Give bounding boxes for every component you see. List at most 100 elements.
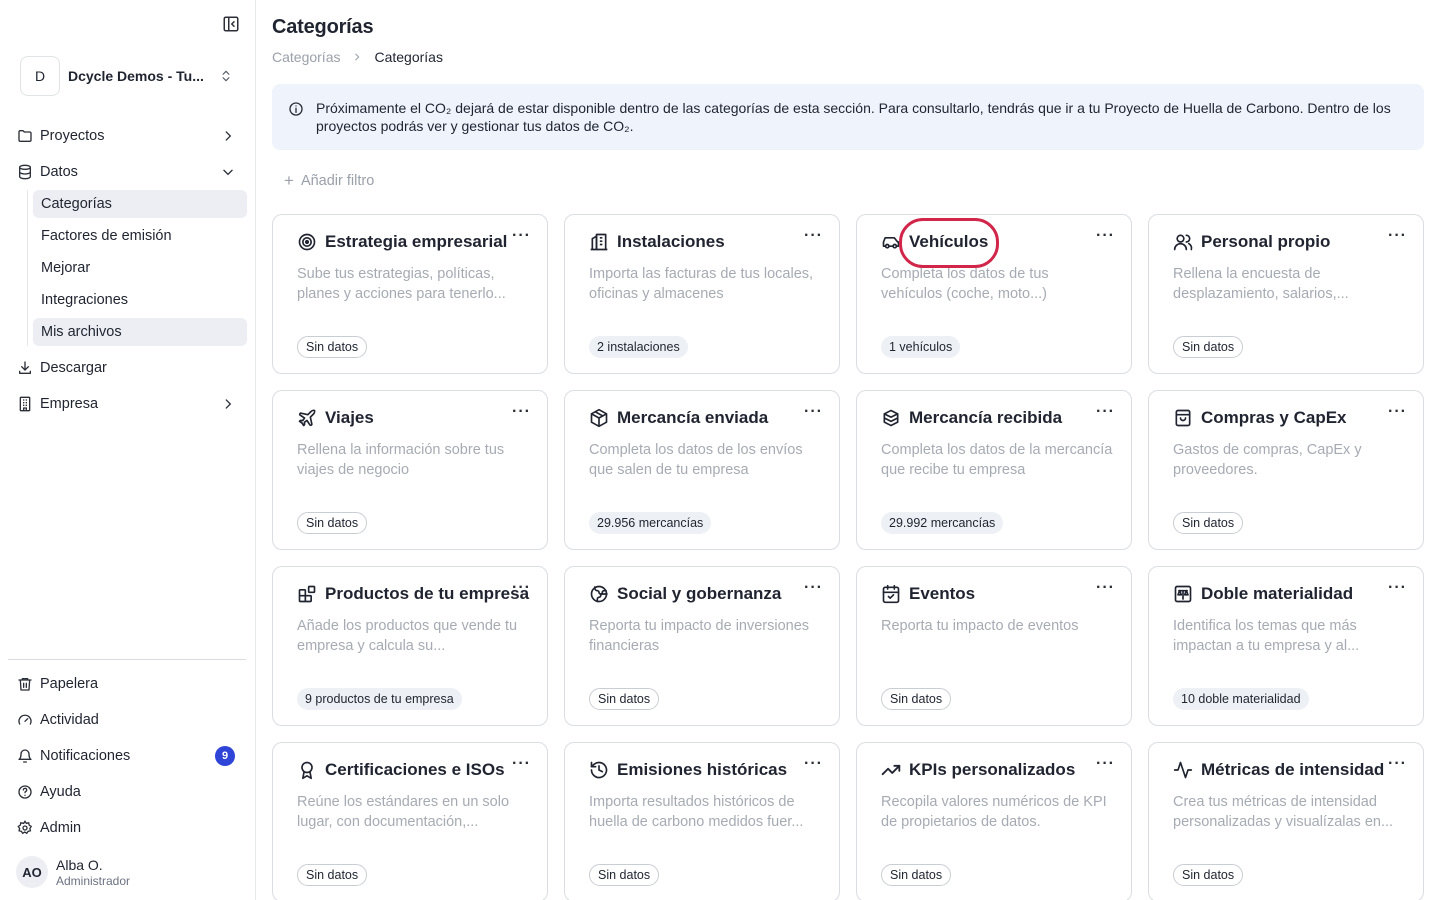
category-card[interactable]: Viajes ··· Rellena la información sobre tu… bbox=[272, 390, 548, 550]
card-header: Compras y CapEx bbox=[1173, 408, 1347, 428]
add-filter-button[interactable]: + Añadir filtro bbox=[284, 172, 374, 189]
card-header: KPIs personalizados bbox=[881, 760, 1075, 780]
folder-icon bbox=[17, 128, 33, 144]
sidebar-item-categorias[interactable]: Categorías bbox=[33, 190, 247, 218]
package-icon bbox=[589, 408, 609, 428]
category-card[interactable]: Compras y CapEx ··· Gastos de compras, Cap… bbox=[1148, 390, 1424, 550]
status-badge: Sin datos bbox=[589, 864, 660, 886]
pulse-icon bbox=[1173, 760, 1193, 780]
sidebar-item-proyectos[interactable]: Proyectos bbox=[12, 122, 248, 150]
sidebar-item-mis-archivos[interactable]: Mis archivos bbox=[33, 318, 247, 346]
sidebar-item-mejorar[interactable]: Mejorar bbox=[33, 254, 247, 282]
sidebar-item-papelera[interactable]: Papelera bbox=[12, 670, 248, 698]
breadcrumb-current: Categorías bbox=[374, 49, 443, 65]
organization-switcher[interactable]: D Dcycle Demos - Tu... bbox=[20, 56, 246, 96]
breadcrumb-item[interactable]: Categorías bbox=[272, 49, 340, 65]
more-options-icon[interactable]: ··· bbox=[804, 756, 823, 772]
activity-gauge-icon bbox=[17, 712, 33, 728]
card-description: Importa resultados históricos de huella … bbox=[589, 794, 804, 830]
more-options-icon[interactable]: ··· bbox=[512, 228, 531, 244]
sidebar-item-integraciones[interactable]: Integraciones bbox=[33, 286, 247, 314]
sidebar-item-factores-emision[interactable]: Factores de emisión bbox=[33, 222, 247, 250]
status-badge: Sin datos bbox=[881, 864, 952, 886]
trash-icon bbox=[17, 676, 33, 692]
category-card[interactable]: Certificaciones e ISOs ··· Reúne los están… bbox=[272, 742, 548, 900]
more-options-icon[interactable]: ··· bbox=[512, 580, 531, 596]
sidebar-item-actividad[interactable]: Actividad bbox=[12, 706, 248, 734]
more-options-icon[interactable]: ··· bbox=[1388, 580, 1407, 596]
trending-up-icon bbox=[881, 760, 901, 780]
category-card[interactable]: Doble materialidad ··· Identifica los tema… bbox=[1148, 566, 1424, 726]
more-options-icon[interactable]: ··· bbox=[1388, 756, 1407, 772]
category-card[interactable]: Emisiones históricas ··· Importa resultado… bbox=[564, 742, 840, 900]
more-options-icon[interactable]: ··· bbox=[512, 404, 531, 420]
more-options-icon[interactable]: ··· bbox=[1096, 580, 1115, 596]
category-card[interactable]: Productos de tu empresa ··· Añade los prod… bbox=[272, 566, 548, 726]
more-options-icon[interactable]: ··· bbox=[1096, 228, 1115, 244]
category-card[interactable]: Mercancía recibida ··· Completa los datos … bbox=[856, 390, 1132, 550]
sidebar-item-datos[interactable]: Datos bbox=[12, 158, 248, 186]
sidebar-item-notificaciones[interactable]: Notificaciones 9 bbox=[12, 742, 248, 770]
status-badge: 10 doble materialidad bbox=[1173, 688, 1309, 710]
chevron-right-icon bbox=[221, 397, 235, 411]
status-badge: 1 vehículos bbox=[881, 336, 961, 358]
category-card[interactable]: Vehículos ··· Completa los datos de tus ve… bbox=[856, 214, 1132, 374]
plane-icon bbox=[297, 408, 317, 428]
calendar-icon bbox=[881, 584, 901, 604]
card-description: Importa las facturas de tus locales, ofi… bbox=[589, 266, 814, 302]
sidebar-item-ayuda[interactable]: Ayuda bbox=[12, 778, 248, 806]
card-title: Mercancía recibida bbox=[909, 408, 1063, 427]
sidebar-item-label: Proyectos bbox=[40, 128, 105, 144]
category-card[interactable]: Personal propio ··· Rellena la encuesta de… bbox=[1148, 214, 1424, 374]
category-card[interactable]: Mercancía enviada ··· Completa los datos d… bbox=[564, 390, 840, 550]
status-badge: 9 productos de tu empresa bbox=[297, 688, 462, 710]
award-icon bbox=[297, 760, 317, 780]
sidebar-item-descargar[interactable]: Descargar bbox=[12, 354, 248, 382]
status-badge: 29.992 mercancías bbox=[881, 512, 1004, 534]
more-options-icon[interactable]: ··· bbox=[804, 580, 823, 596]
page-title: Categorías bbox=[272, 16, 374, 38]
gear-icon bbox=[17, 820, 33, 836]
chevron-right-icon bbox=[352, 50, 362, 65]
user-profile[interactable]: AO Alba O. Administrador bbox=[16, 856, 130, 888]
info-icon bbox=[288, 101, 304, 117]
card-header: Emisiones históricas bbox=[589, 760, 787, 780]
sidebar-item-label: Papelera bbox=[40, 676, 99, 692]
category-card[interactable]: Social y gobernanza ··· Reporta tu impacto… bbox=[564, 566, 840, 726]
chevrons-up-down-icon bbox=[219, 68, 233, 84]
category-card[interactable]: Métricas de intensidad ··· Crea tus métric… bbox=[1148, 742, 1424, 900]
card-title: KPIs personalizados bbox=[909, 760, 1076, 779]
history-icon bbox=[589, 760, 609, 780]
sidebar-item-empresa[interactable]: Empresa bbox=[12, 390, 248, 418]
card-title: Eventos bbox=[909, 584, 976, 603]
sidebar-collapse-icon[interactable] bbox=[222, 15, 240, 33]
card-title: Instalaciones bbox=[617, 232, 725, 251]
more-options-icon[interactable]: ··· bbox=[1096, 756, 1115, 772]
category-card[interactable]: Eventos ··· Reporta tu impacto de eventos S… bbox=[856, 566, 1132, 726]
building-icon bbox=[17, 396, 33, 412]
more-options-icon[interactable]: ··· bbox=[1388, 228, 1407, 244]
more-options-icon[interactable]: ··· bbox=[804, 404, 823, 420]
category-card[interactable]: Instalaciones ··· Importa las facturas de … bbox=[564, 214, 840, 374]
category-card[interactable]: Estrategia empresarial ··· Sube tus estrat… bbox=[272, 214, 548, 374]
chevron-right-icon bbox=[221, 129, 235, 143]
download-icon bbox=[17, 360, 33, 376]
avatar: AO bbox=[16, 856, 48, 888]
more-options-icon[interactable]: ··· bbox=[804, 228, 823, 244]
more-options-icon[interactable]: ··· bbox=[1388, 404, 1407, 420]
status-badge: Sin datos bbox=[1173, 336, 1244, 358]
more-options-icon[interactable]: ··· bbox=[1096, 404, 1115, 420]
category-card[interactable]: KPIs personalizados ··· Recopila valores n… bbox=[856, 742, 1132, 900]
card-description: Completa los datos de los envíos que sal… bbox=[589, 442, 803, 478]
card-title: Productos de tu empresa bbox=[325, 584, 530, 603]
building-icon bbox=[589, 232, 609, 252]
card-header: Viajes bbox=[297, 408, 374, 428]
card-description: Crea tus métricas de intensidad personal… bbox=[1173, 794, 1394, 830]
card-description: Recopila valores numéricos de KPI de pro… bbox=[881, 794, 1107, 830]
user-name: Alba O. bbox=[56, 856, 103, 873]
card-title: Social y gobernanza bbox=[617, 584, 782, 603]
sidebar-item-admin[interactable]: Admin bbox=[12, 814, 248, 842]
sidebar-item-label: Descargar bbox=[40, 360, 107, 376]
target-icon bbox=[297, 232, 317, 252]
more-options-icon[interactable]: ··· bbox=[512, 756, 531, 772]
